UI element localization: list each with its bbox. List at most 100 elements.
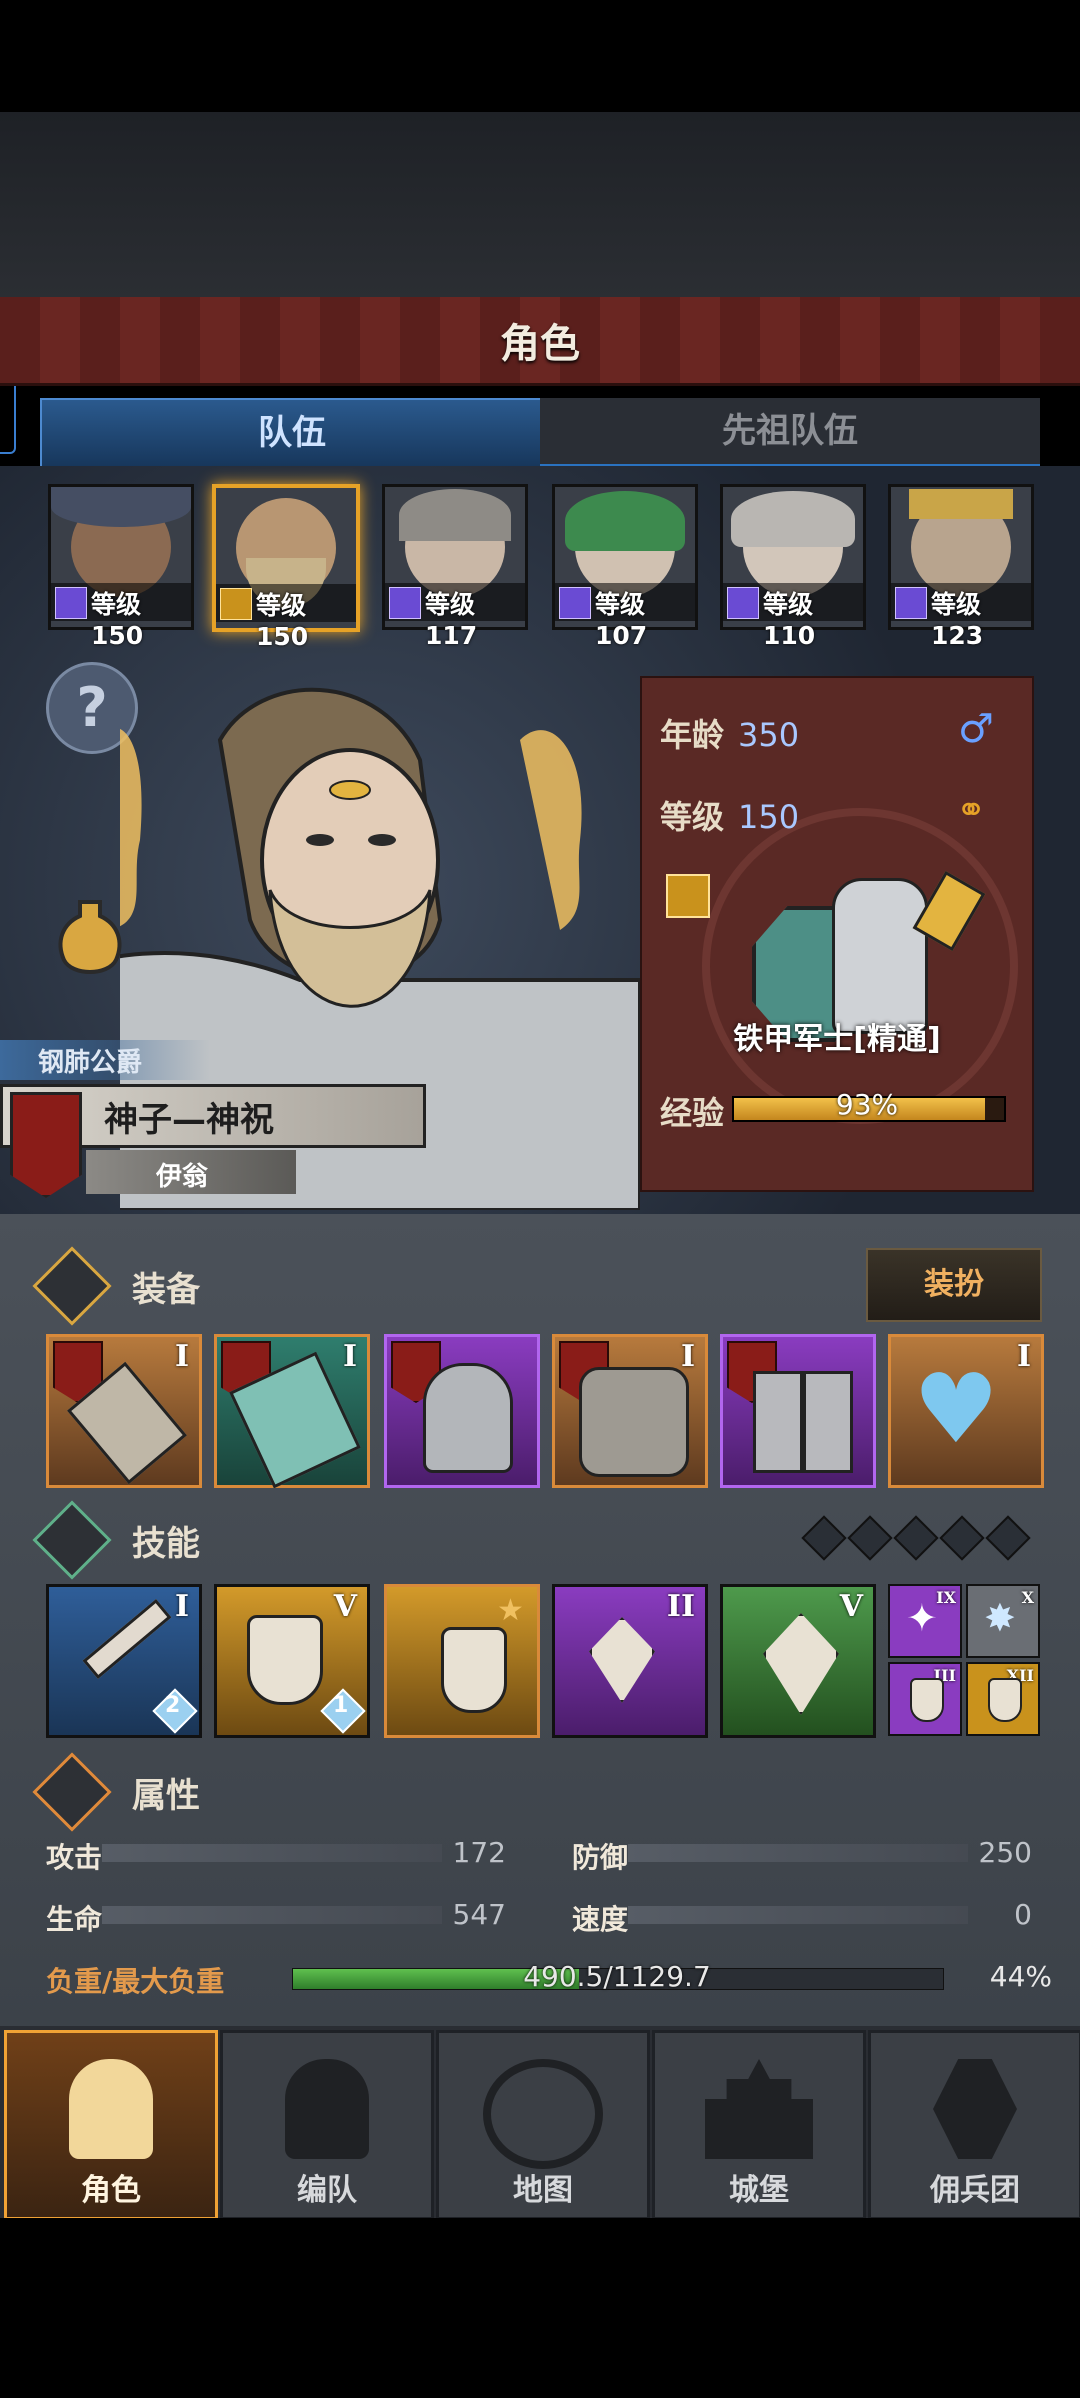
passive-rank: X bbox=[1021, 1588, 1034, 1607]
nav-mercenary[interactable]: 佣兵团 bbox=[868, 2030, 1080, 2220]
stat-bar bbox=[628, 1844, 968, 1862]
level-label: 等级 bbox=[660, 798, 725, 836]
team-member-5[interactable]: 等级110 bbox=[720, 484, 866, 650]
green-hair-shape bbox=[565, 491, 685, 551]
compass-map-icon bbox=[483, 2059, 603, 2169]
shield-icon bbox=[910, 1678, 944, 1722]
shield-icon bbox=[988, 1678, 1022, 1722]
nav-label: 角色 bbox=[81, 2173, 141, 2208]
member-level: 等级107 bbox=[595, 590, 648, 650]
passive-skill-1[interactable]: IX ✦ bbox=[888, 1584, 962, 1658]
skill-slot-3[interactable]: ★ bbox=[384, 1584, 540, 1738]
nav-character[interactable]: 角色 bbox=[4, 2030, 218, 2220]
member-level: 等级150 bbox=[91, 590, 144, 650]
helmet-icon bbox=[423, 1363, 513, 1473]
team-member-1[interactable]: 等级150 bbox=[48, 484, 194, 650]
eye-left bbox=[306, 834, 334, 846]
rings-icon: ⚭ bbox=[956, 790, 987, 831]
status-bar-area bbox=[0, 0, 1080, 112]
character-info-panel: 年龄 350 ♂ 等级 150 ⚭ 铁甲军士[精通] 经验 93% bbox=[640, 676, 1034, 1192]
stat-value: 547 bbox=[452, 1898, 506, 1931]
stat-hp: 生命 547 bbox=[46, 1892, 506, 1936]
equip-slot-shield[interactable]: I bbox=[214, 1334, 370, 1489]
forehead-eye-mark bbox=[329, 780, 371, 800]
stat-bar bbox=[628, 1906, 968, 1924]
equip-rank: I bbox=[174, 1339, 189, 1374]
stat-value: 172 bbox=[452, 1836, 506, 1869]
tab-team[interactable]: 队伍 bbox=[40, 398, 544, 468]
skill-rank: II bbox=[666, 1589, 695, 1624]
hat-shape bbox=[51, 487, 191, 527]
sword-class-icon bbox=[55, 587, 87, 619]
member-level: 等级123 bbox=[931, 590, 984, 650]
load-value: 490.5/1129.7 bbox=[523, 1960, 711, 1993]
stat-value: 250 bbox=[978, 1836, 1032, 1869]
equip-rank: I bbox=[680, 1339, 695, 1374]
member-level: 等级110 bbox=[763, 590, 816, 650]
staff-class-icon bbox=[389, 587, 421, 619]
nav-label: 城堡 bbox=[729, 2173, 789, 2208]
skill-rank: I bbox=[174, 1589, 189, 1624]
age-label: 年龄 bbox=[660, 716, 725, 754]
stat-defense: 防御 250 bbox=[572, 1830, 1032, 1874]
house-banner-icon bbox=[10, 1092, 82, 1198]
noble-info: 钢肺公爵 神子—神祝万疆 伊翁 bbox=[0, 1040, 426, 1200]
stat-label: 防御 bbox=[572, 1841, 629, 1874]
passive-skill-4[interactable]: XII bbox=[966, 1662, 1040, 1736]
shield-class-icon bbox=[666, 874, 710, 918]
staff-class-icon bbox=[895, 587, 927, 619]
stat-attack: 攻击 172 bbox=[46, 1830, 506, 1874]
noble-title: 钢肺公爵 bbox=[38, 1048, 143, 1078]
skill-slot-2[interactable]: V 1 bbox=[214, 1584, 370, 1738]
armor-icon bbox=[579, 1367, 689, 1477]
tab-ancestor-team[interactable]: 先祖队伍 bbox=[540, 398, 1040, 467]
level-value: 150 bbox=[738, 798, 800, 836]
team-member-3[interactable]: 等级117 bbox=[382, 484, 528, 650]
shield-guard-icon bbox=[441, 1627, 507, 1713]
equip-rank: I bbox=[342, 1339, 357, 1374]
potion-icon[interactable] bbox=[54, 898, 126, 980]
helmet-group-icon bbox=[285, 2059, 369, 2159]
equip-slot-boots[interactable] bbox=[720, 1334, 876, 1488]
skill-rank: V bbox=[839, 1589, 863, 1624]
nav-formation[interactable]: 编队 bbox=[220, 2030, 434, 2220]
exp-label: 经验 bbox=[660, 1094, 725, 1132]
skill-slot-1[interactable]: I 2 bbox=[46, 1584, 202, 1738]
page-title: 角色 bbox=[500, 321, 580, 367]
nav-label: 佣兵团 bbox=[930, 2173, 1020, 2208]
team-member-4[interactable]: 等级107 bbox=[552, 484, 698, 650]
staff-class-icon bbox=[559, 587, 591, 619]
passive-skill-3[interactable]: III bbox=[888, 1662, 962, 1736]
attributes-title: 属性 bbox=[132, 1776, 200, 1816]
passive-skill-2[interactable]: X ✸ bbox=[966, 1584, 1040, 1658]
nav-label: 地图 bbox=[513, 2173, 573, 2208]
exp-percent: 93% bbox=[835, 1088, 899, 1121]
equipment-title: 装备 bbox=[132, 1270, 200, 1310]
team-member-2[interactable]: 等级150 bbox=[212, 484, 360, 651]
member-level: 等级150 bbox=[256, 591, 309, 651]
eye-right bbox=[368, 834, 396, 846]
male-icon: ♂ bbox=[958, 706, 994, 752]
equip-slot-hammer[interactable]: I bbox=[46, 1334, 202, 1488]
wolf-hood-shape bbox=[399, 489, 511, 541]
dress-up-button[interactable]: 装扮 bbox=[866, 1248, 1042, 1322]
equip-slot-helmet[interactable] bbox=[384, 1334, 540, 1488]
skill-slot-4[interactable]: II bbox=[552, 1584, 708, 1738]
sparkle-icon: ✦ bbox=[906, 1596, 938, 1640]
nav-map[interactable]: 地图 bbox=[436, 2030, 650, 2220]
skill-slot-5[interactable]: V bbox=[720, 1584, 876, 1738]
skill-rank: V bbox=[333, 1589, 357, 1624]
equip-slot-armor[interactable]: I bbox=[552, 1334, 708, 1488]
skills-title: 技能 bbox=[132, 1524, 200, 1564]
load-label: 负重/最大负重 bbox=[46, 1965, 225, 1998]
crystal-icon bbox=[589, 1617, 655, 1703]
class-knight-image bbox=[832, 878, 928, 1034]
star-icon: ★ bbox=[497, 1593, 524, 1628]
nav-castle[interactable]: 城堡 bbox=[652, 2030, 866, 2220]
boot-icon-left bbox=[753, 1371, 803, 1473]
heart-amulet-icon: ♥ bbox=[913, 1353, 1000, 1465]
age-value: 350 bbox=[738, 716, 800, 754]
equip-slot-amulet[interactable]: I ♥ bbox=[888, 1334, 1044, 1488]
team-member-6[interactable]: 等级123 bbox=[888, 484, 1034, 650]
flame-right bbox=[520, 730, 582, 930]
